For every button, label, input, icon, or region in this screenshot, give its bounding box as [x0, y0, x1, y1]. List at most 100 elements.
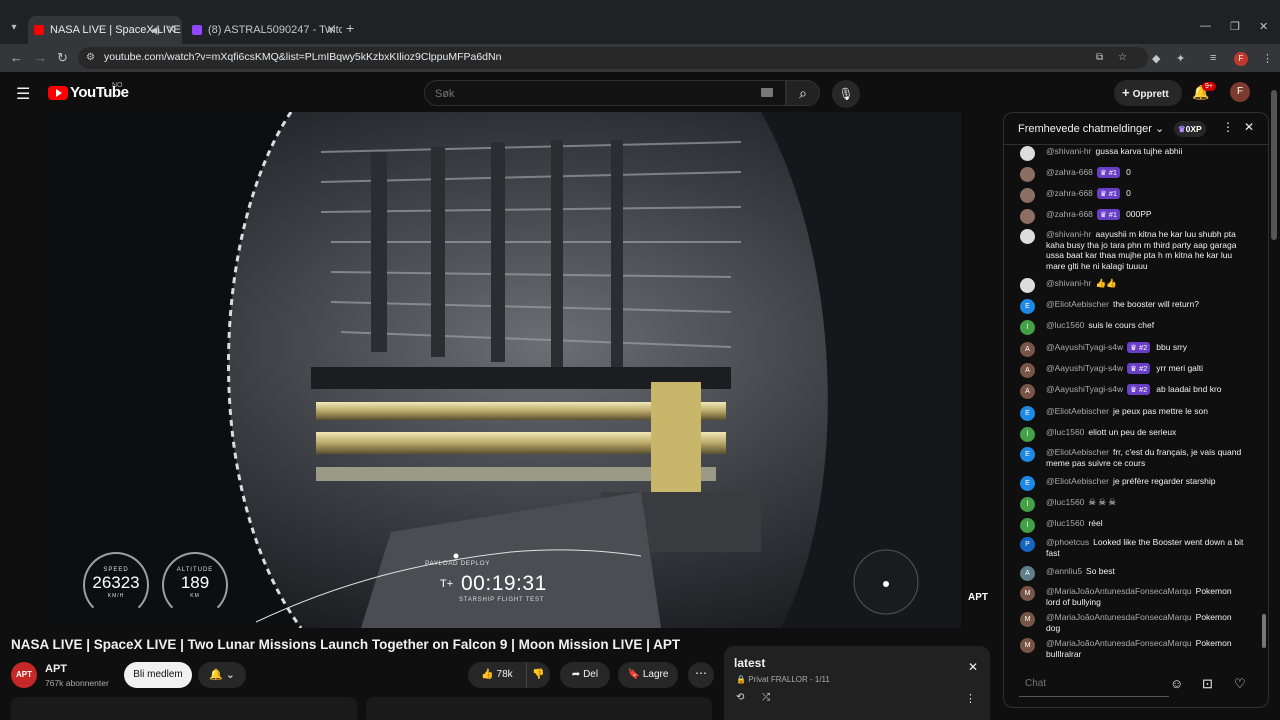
chat-avatar[interactable]: E: [1020, 299, 1035, 314]
puzzle-icon[interactable]: ✦: [1176, 52, 1185, 65]
chat-avatar[interactable]: l: [1020, 320, 1035, 335]
chat-author[interactable]: @luc1560: [1046, 427, 1084, 437]
close-tab-icon[interactable]: ✕: [167, 16, 176, 44]
chat-author[interactable]: @luc1560: [1046, 320, 1084, 330]
share-button[interactable]: ➦ Del: [560, 662, 610, 688]
chat-scrollbar[interactable]: [1262, 614, 1266, 648]
chat-author[interactable]: @shivani-hr: [1046, 229, 1091, 239]
dislike-button[interactable]: 👎: [526, 662, 550, 688]
chat-author[interactable]: @zahra-668: [1046, 209, 1093, 219]
tab-youtube[interactable]: NASA LIVE | SpaceX LIVE | Two Lunar Miss…: [28, 16, 182, 44]
site-info-icon[interactable]: ⚙: [86, 52, 95, 63]
join-button[interactable]: Bli medlem: [124, 662, 192, 688]
chat-avatar[interactable]: l: [1020, 427, 1035, 442]
search-input[interactable]: [435, 85, 755, 103]
playlist-title[interactable]: latest: [734, 656, 765, 670]
extension-icon[interactable]: ◆: [1152, 52, 1160, 65]
chat-input[interactable]: [1019, 671, 1169, 697]
search-button[interactable]: ⌕: [786, 80, 820, 106]
minimize-icon[interactable]: —: [1200, 20, 1211, 32]
chat-input-box[interactable]: [1019, 671, 1169, 697]
chat-avatar[interactable]: l: [1020, 518, 1035, 533]
account-avatar[interactable]: F: [1230, 82, 1250, 102]
chat-avatar[interactable]: [1020, 278, 1035, 293]
close-window-icon[interactable]: ✕: [1259, 20, 1268, 33]
tab-twitch[interactable]: (8) ASTRAL5090247 - Twitch ✕: [186, 16, 342, 44]
chat-author[interactable]: @EliotAebischer: [1046, 406, 1109, 416]
more-icon[interactable]: ⋮: [965, 692, 976, 705]
super-chat-icon[interactable]: ⊡: [1202, 676, 1213, 692]
save-button[interactable]: 🔖 Lagre: [618, 662, 678, 688]
page-scrollbar[interactable]: [1271, 90, 1277, 240]
speaker-icon[interactable]: ◀): [150, 16, 160, 44]
chat-author[interactable]: @EliotAebischer: [1046, 476, 1109, 486]
chat-more-icon[interactable]: ⋮: [1222, 120, 1234, 134]
chat-avatar[interactable]: A: [1020, 384, 1035, 399]
chat-message-list[interactable]: @shivani-hr gussa karva tujhe abhii @zahra…: [1004, 146, 1268, 666]
chat-author[interactable]: @AayushiTyagi-s4w: [1046, 342, 1123, 352]
chat-author[interactable]: @luc1560: [1046, 497, 1084, 507]
chat-author[interactable]: @phoetcus: [1046, 537, 1089, 547]
chat-author[interactable]: @AayushiTyagi-s4w: [1046, 384, 1123, 394]
description-card[interactable]: [11, 697, 357, 720]
chat-author[interactable]: @MariaJoãoAntunesdaFonsecaMarqu: [1046, 638, 1192, 648]
tab-search-icon[interactable]: ▾: [6, 20, 22, 36]
url-field[interactable]: ⚙ youtube.com/watch?v=mXqfi6csKMQ&list=P…: [78, 47, 1148, 69]
install-icon[interactable]: ⧉: [1096, 52, 1103, 63]
new-tab-icon[interactable]: +: [346, 20, 354, 36]
maximize-icon[interactable]: ❐: [1230, 20, 1240, 33]
xp-badge[interactable]: ♛0XP: [1174, 121, 1206, 137]
chat-avatar[interactable]: M: [1020, 638, 1035, 653]
heart-icon[interactable]: ♡: [1234, 676, 1246, 692]
loop-icon[interactable]: ⟲: [736, 692, 744, 703]
chat-author[interactable]: @MariaJoãoAntunesdaFonsecaMarqu: [1046, 586, 1192, 596]
chat-author[interactable]: @MariaJoãoAntunesdaFonsecaMarqu: [1046, 612, 1192, 622]
chat-avatar[interactable]: [1020, 209, 1035, 224]
media-icon[interactable]: ≡: [1210, 52, 1216, 64]
voice-search-button[interactable]: 🎙: [832, 80, 860, 108]
more-actions-button[interactable]: ⋯: [688, 662, 714, 688]
chat-avatar[interactable]: A: [1020, 363, 1035, 378]
search-box[interactable]: [424, 80, 786, 106]
chat-author[interactable]: @AayushiTyagi-s4w: [1046, 363, 1123, 373]
create-button[interactable]: + Opprett: [1114, 80, 1182, 106]
description-card-2[interactable]: [366, 697, 712, 720]
chat-avatar[interactable]: P: [1020, 537, 1035, 552]
chat-mode-dropdown[interactable]: Fremhevede chatmeldinger ⌄: [1018, 122, 1164, 135]
close-tab-icon[interactable]: ✕: [327, 16, 336, 44]
forward-icon[interactable]: →: [34, 50, 47, 65]
chat-author[interactable]: @EliotAebischer: [1046, 299, 1109, 309]
chat-avatar[interactable]: A: [1020, 566, 1035, 581]
chat-author[interactable]: @zahra-668: [1046, 188, 1093, 198]
like-button[interactable]: 👍 78k: [468, 662, 526, 688]
browser-profile-avatar[interactable]: F: [1234, 52, 1248, 66]
chat-avatar[interactable]: A: [1020, 342, 1035, 357]
browser-menu-icon[interactable]: ⋮: [1262, 52, 1273, 65]
chat-avatar[interactable]: M: [1020, 612, 1035, 627]
subscription-bell-button[interactable]: 🔔 ⌄: [198, 662, 246, 688]
chat-author[interactable]: @shivani-hr: [1046, 278, 1091, 288]
chat-avatar[interactable]: M: [1020, 586, 1035, 601]
chat-close-icon[interactable]: ✕: [1244, 120, 1254, 134]
video-player[interactable]: SPEED 26323 KM/H ALTITUDE 189 KM PAYLOAD…: [41, 112, 961, 628]
chat-avatar[interactable]: E: [1020, 476, 1035, 491]
chat-author[interactable]: @luc1560: [1046, 518, 1084, 528]
back-icon[interactable]: ←: [10, 50, 23, 65]
chat-avatar[interactable]: E: [1020, 406, 1035, 421]
channel-name[interactable]: APT: [45, 663, 67, 675]
channel-watermark[interactable]: APT: [968, 592, 994, 612]
emoji-icon[interactable]: ☺: [1170, 676, 1183, 691]
bookmark-star-icon[interactable]: ☆: [1118, 52, 1127, 63]
chat-author[interactable]: @EliotAebischer: [1046, 447, 1109, 457]
chat-author[interactable]: @shivani-hr: [1046, 146, 1091, 156]
keyboard-icon[interactable]: [761, 88, 773, 97]
shuffle-icon[interactable]: ⤮: [762, 692, 770, 703]
chat-avatar[interactable]: [1020, 229, 1035, 244]
chat-author[interactable]: @annliu5: [1046, 566, 1082, 576]
chat-author[interactable]: @zahra-668: [1046, 167, 1093, 177]
close-icon[interactable]: ✕: [968, 660, 978, 674]
chat-avatar[interactable]: E: [1020, 447, 1035, 462]
chat-avatar[interactable]: [1020, 188, 1035, 203]
chat-avatar[interactable]: l: [1020, 497, 1035, 512]
reload-icon[interactable]: ↻: [57, 50, 68, 66]
